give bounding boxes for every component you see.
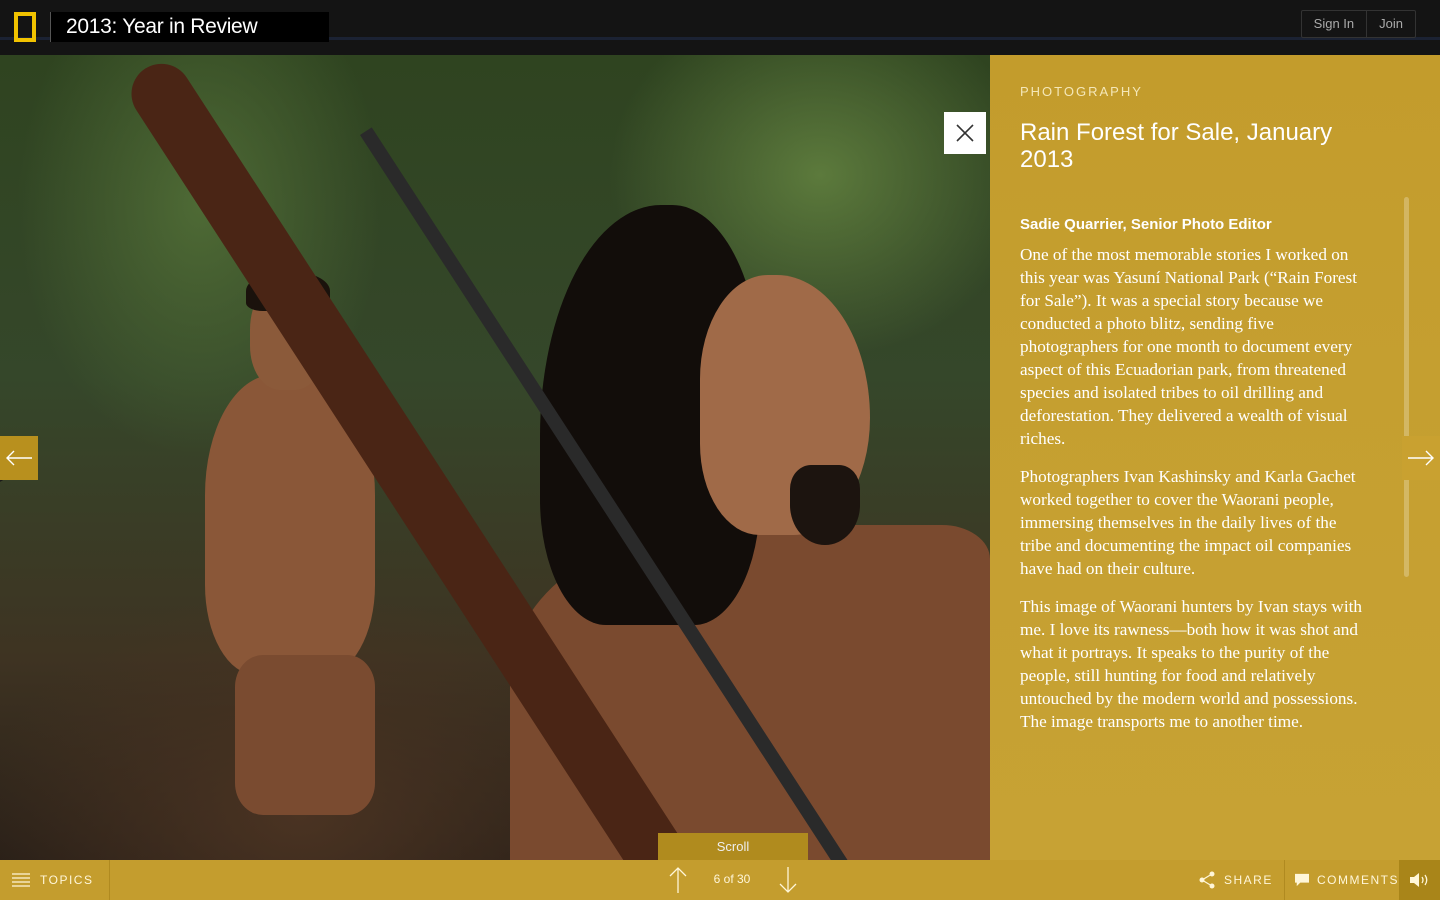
article-author: Sadie Quarrier, Senior Photo Editor (1020, 216, 1272, 233)
previous-slide-button[interactable] (0, 436, 38, 480)
feature-photo (0, 55, 990, 860)
arrow-up-icon[interactable] (668, 866, 688, 894)
article-paragraph: One of the most memorable stories I work… (1020, 245, 1358, 448)
photo-hunter-background-legs (235, 655, 375, 815)
article-body: One of the most memorable stories I work… (1020, 243, 1370, 733)
slide-counter: 6 of 30 (713, 872, 751, 886)
arrow-right-icon (1408, 450, 1434, 466)
arrow-left-icon (6, 450, 32, 466)
panel-scrollbar[interactable] (1404, 197, 1409, 577)
scroll-tab[interactable]: Scroll (658, 833, 808, 860)
site-title[interactable]: 2013: Year in Review (66, 15, 258, 39)
topics-button[interactable]: TOPICS (0, 860, 110, 900)
site-title-box[interactable]: 2013: Year in Review (50, 12, 329, 42)
topics-label: TOPICS (40, 873, 94, 887)
share-label: SHARE (1224, 873, 1273, 887)
caption-panel: PHOTOGRAPHY Rain Forest for Sale, Januar… (990, 55, 1440, 860)
comment-icon (1295, 873, 1309, 887)
share-button[interactable]: SHARE (1198, 860, 1283, 900)
close-button[interactable] (944, 112, 986, 154)
photo-hunter-foreground-beard (790, 465, 860, 545)
photo-spear (0, 475, 3, 772)
article-category: PHOTOGRAPHY (1020, 84, 1143, 99)
speaker-icon (1409, 873, 1427, 887)
close-icon (956, 124, 974, 142)
next-slide-button[interactable] (1402, 436, 1440, 480)
article-title: Rain Forest for Sale, January 2013 (1020, 119, 1333, 173)
slide-pager: 6 of 30 (668, 860, 798, 900)
join-button[interactable]: Join (1366, 11, 1415, 37)
menu-icon (12, 873, 30, 887)
share-icon (1199, 871, 1215, 889)
bottom-bar: TOPICS 6 of 30 SHARE COMMENTS (0, 860, 1440, 900)
article-paragraph: Photographers Ivan Kashinsky and Karla G… (1020, 467, 1356, 578)
top-bar: 2013: Year in Review Sign In Join (0, 0, 1440, 55)
comments-button[interactable]: COMMENTS (1284, 860, 1399, 900)
sign-in-button[interactable]: Sign In (1302, 11, 1366, 37)
arrow-down-icon[interactable] (778, 866, 798, 894)
natgeo-logo-icon[interactable] (14, 12, 36, 42)
sound-toggle-button[interactable] (1399, 860, 1440, 900)
comments-label: COMMENTS (1317, 873, 1399, 887)
article-paragraph: This image of Waorani hunters by Ivan st… (1020, 597, 1362, 731)
auth-buttons: Sign In Join (1300, 10, 1416, 38)
